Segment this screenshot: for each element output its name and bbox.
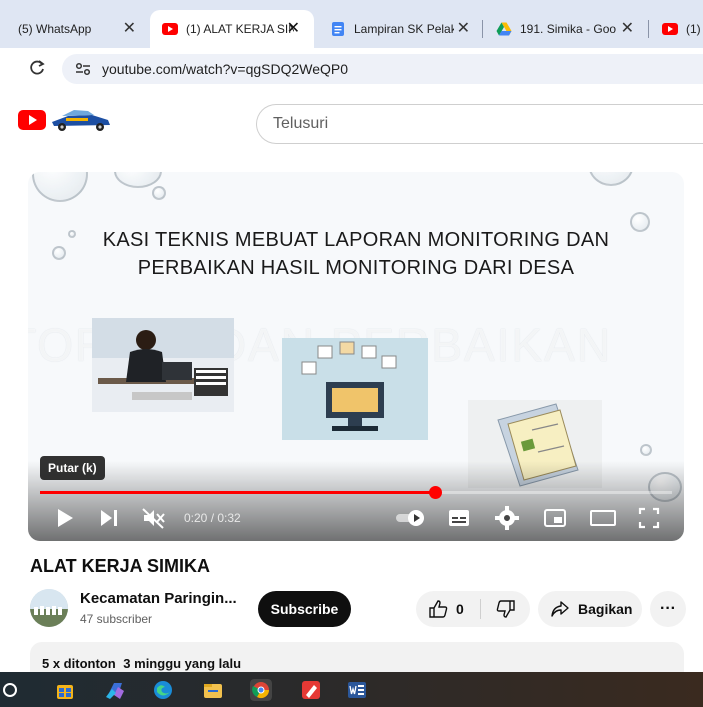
browser-toolbar: youtube.com/watch?v=qgSDQ2WeQP0	[0, 48, 703, 90]
chrome-browser-icon[interactable]	[250, 679, 272, 701]
decorative-bubble	[32, 172, 88, 202]
subscriber-count: 47 subscriber	[80, 612, 153, 626]
slide-title: KASI TEKNIS MEBUAT LAPORAN MONITORING DA…	[28, 226, 684, 282]
tab-alat-kerja-simika[interactable]: (1) ALAT KERJA SIN ✕	[150, 10, 314, 48]
play-tooltip: Putar (k)	[40, 456, 105, 480]
channel-avatar-image	[30, 589, 68, 627]
tab-close-icon[interactable]: ✕	[123, 21, 136, 37]
progress-fill	[40, 491, 435, 494]
search-input[interactable]: Telusuri	[256, 104, 703, 144]
share-arrow-icon	[551, 601, 569, 617]
settings-gear-icon[interactable]	[494, 505, 520, 531]
monitor-documents-illustration	[282, 338, 428, 440]
google-docs-icon	[332, 22, 344, 36]
tab-divider	[648, 20, 649, 38]
tab-lampiran-sk[interactable]: Lampiran SK Pelak ✕	[318, 10, 478, 48]
share-button[interactable]: Bagikan	[538, 591, 642, 627]
decorative-bubble	[114, 172, 162, 188]
video-player[interactable]: KASI TEKNIS MEBUAT LAPORAN MONITORING DA…	[28, 172, 684, 541]
dislike-button[interactable]	[482, 591, 530, 627]
tab-label: Lampiran SK Pelak	[354, 22, 454, 36]
microsoft-365-icon[interactable]	[104, 679, 126, 701]
more-actions-button[interactable]: ···	[650, 591, 686, 627]
progress-bar[interactable]	[40, 486, 672, 499]
file-explorer-icon[interactable]	[202, 679, 224, 701]
slide-title-line: KASI TEKNIS MEBUAT LAPORAN MONITORING DA…	[102, 229, 610, 251]
like-dislike-group: 0	[416, 591, 530, 627]
fullscreen-icon[interactable]	[636, 505, 662, 531]
autoplay-toggle-icon[interactable]	[394, 505, 428, 531]
youtube-header: Telusuri	[0, 90, 703, 156]
thumbs-down-icon	[496, 600, 515, 618]
os-taskbar	[0, 672, 703, 707]
mute-icon[interactable]	[140, 505, 166, 531]
reload-icon[interactable]	[28, 59, 46, 77]
progress-scrubber[interactable]	[429, 486, 442, 499]
video-title: ALAT KERJA SIMIKA	[30, 556, 210, 576]
tab-close-icon[interactable]: ✕	[457, 21, 470, 37]
pdf-editor-icon[interactable]	[300, 679, 322, 701]
subtitles-icon[interactable]	[446, 505, 472, 531]
subscribe-label: Subscribe	[270, 601, 339, 617]
view-count: 5 x ditonton	[42, 656, 116, 671]
tab-label: (5) WhatsApp	[18, 22, 92, 36]
edge-browser-icon[interactable]	[152, 679, 174, 701]
upload-date: 3 minggu yang lalu	[123, 656, 242, 671]
like-count: 0	[456, 601, 464, 617]
youtube-icon	[162, 23, 178, 35]
like-divider	[480, 599, 481, 619]
theater-mode-icon[interactable]	[588, 505, 618, 531]
time-display: 0:20 / 0:32	[184, 511, 241, 525]
channel-avatar[interactable]	[30, 589, 68, 627]
slide-title-line: PERBAIKAN HASIL MONITORING DARI DESA	[137, 257, 575, 279]
decorative-bubble	[152, 186, 166, 200]
decorative-bubble	[640, 444, 652, 456]
play-icon[interactable]	[52, 505, 78, 531]
next-icon[interactable]	[96, 505, 122, 531]
url-text: youtube.com/watch?v=qgSDQ2WeQP0	[102, 61, 349, 77]
controls-gradient	[28, 461, 684, 541]
tab-label: (1) A	[686, 22, 703, 36]
youtube-icon	[662, 23, 678, 35]
miniplayer-icon[interactable]	[542, 505, 568, 531]
youtube-doodle-icon[interactable]	[48, 106, 114, 132]
decorative-bubble	[588, 172, 634, 186]
subscribe-button[interactable]: Subscribe	[258, 591, 351, 627]
search-placeholder: Telusuri	[273, 115, 329, 132]
tab-whatsapp[interactable]: (5) WhatsApp ✕	[6, 10, 146, 48]
tab-divider	[482, 20, 483, 38]
tab-youtube-2[interactable]: (1) A	[650, 10, 703, 48]
description-meta: 5 x ditonton 3 minggu yang lalu	[42, 656, 245, 671]
time-current: 0:20	[184, 511, 208, 525]
thumbs-up-icon	[429, 600, 448, 618]
browser-tab-strip: (5) WhatsApp ✕ (1) ALAT KERJA SIN ✕ Lamp…	[0, 0, 703, 48]
tab-close-icon[interactable]: ✕	[287, 21, 300, 37]
tab-simika-drive[interactable]: 191. Simika - Goo ✕	[484, 10, 644, 48]
office-worker-illustration	[92, 318, 234, 412]
share-label: Bagikan	[578, 601, 633, 617]
time-separator: /	[207, 511, 218, 525]
like-button[interactable]: 0	[416, 591, 480, 627]
youtube-logo-icon[interactable]	[18, 110, 46, 130]
search-circle-icon[interactable]	[2, 679, 20, 701]
time-total: 0:32	[217, 511, 241, 525]
tab-label: 191. Simika - Goo	[520, 22, 616, 36]
microsoft-store-icon[interactable]	[54, 679, 76, 701]
microsoft-word-icon[interactable]	[346, 679, 368, 701]
channel-name[interactable]: Kecamatan Paringin...	[80, 590, 237, 607]
more-dots-icon: ···	[660, 600, 676, 617]
google-drive-icon	[496, 22, 512, 36]
tab-label: (1) ALAT KERJA SIN	[186, 22, 294, 36]
site-settings-icon[interactable]	[74, 62, 92, 76]
address-bar[interactable]: youtube.com/watch?v=qgSDQ2WeQP0	[62, 54, 703, 84]
tab-close-icon[interactable]: ✕	[621, 21, 634, 37]
